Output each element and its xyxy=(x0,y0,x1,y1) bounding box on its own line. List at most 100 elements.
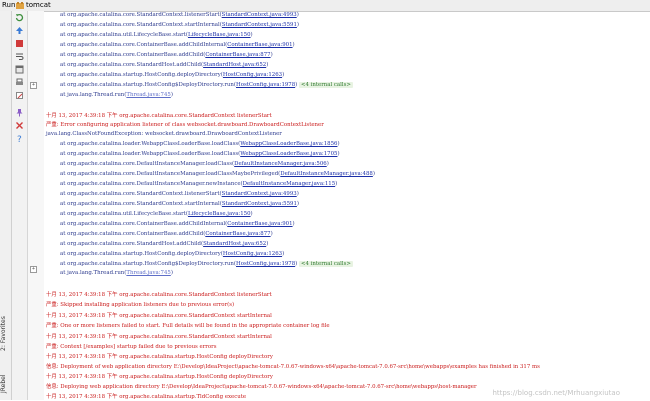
stack-frame-text: at org.apache.catalina.core.StandardHost… xyxy=(60,241,204,247)
source-link[interactable]: ContainerBase.java:877 xyxy=(205,231,270,237)
stop-icon[interactable] xyxy=(15,39,24,48)
source-link[interactable]: Thread.java:745 xyxy=(126,270,170,276)
svg-text:?: ? xyxy=(17,135,22,143)
log-message-line: 严重: One or more listeners failed to star… xyxy=(46,323,330,329)
stack-frame-suffix: ) xyxy=(296,191,299,197)
print-icon[interactable] xyxy=(15,78,24,87)
left-side-strip: 2: Favorites JRebel xyxy=(0,11,12,400)
console-output[interactable]: at org.apache.catalina.core.StandardCont… xyxy=(46,11,650,400)
stack-frame-text: at org.apache.catalina.core.ContainerBas… xyxy=(60,231,206,237)
internal-calls-badge[interactable]: <4 internal calls> xyxy=(299,261,353,267)
stack-frame-text: at java.lang.Thread.run( xyxy=(60,92,127,98)
log-message-line: 信息: Deployment of web application direct… xyxy=(46,364,540,370)
stack-frame-text: at org.apache.catalina.core.StandardCont… xyxy=(60,22,222,28)
internal-calls-badge[interactable]: <4 internal calls> xyxy=(299,82,353,88)
stack-frame-line: at org.apache.catalina.core.DefaultInsta… xyxy=(60,180,337,188)
stack-frame-text: at org.apache.catalina.startup.HostConfi… xyxy=(60,72,223,78)
stack-frame-suffix: ) xyxy=(250,211,253,217)
stack-frame-suffix: ) xyxy=(170,270,173,276)
run-label: Run xyxy=(2,1,16,9)
stack-frame-suffix: ) xyxy=(270,231,273,237)
stack-frame-line: at org.apache.catalina.core.ContainerBas… xyxy=(60,230,273,238)
rerun-icon[interactable] xyxy=(15,13,24,22)
source-link[interactable]: Thread.java:745 xyxy=(126,92,170,98)
source-link[interactable]: DefaultInstanceManager.java:488 xyxy=(280,171,373,177)
stack-frame-text: at org.apache.catalina.util.LifecycleBas… xyxy=(60,32,188,38)
source-link[interactable]: WebappClassLoaderBase.java:1856 xyxy=(240,141,337,147)
stack-frame-suffix: ) xyxy=(337,141,340,147)
stack-frame-line: at org.apache.catalina.core.StandardCont… xyxy=(60,200,299,208)
source-link[interactable]: HostConfig.java:1263 xyxy=(223,72,282,78)
stack-frame-suffix: ) xyxy=(296,201,300,207)
stack-frame-line: at org.apache.catalina.loader.WebappClas… xyxy=(60,140,340,148)
stack-frame-text: at java.lang.Thread.run( xyxy=(60,270,127,276)
stack-frame-suffix: ) xyxy=(296,12,299,18)
stack-frame-text: at org.apache.catalina.core.DefaultInsta… xyxy=(60,161,235,167)
source-link[interactable]: ContainerBase.java:901 xyxy=(227,221,292,227)
stack-frame-suffix: ) xyxy=(266,62,269,68)
source-link[interactable]: HostConfig.java:1978 xyxy=(236,82,295,88)
stack-frame-suffix: ) xyxy=(335,181,338,187)
stack-frame-text: at org.apache.catalina.startup.HostConfi… xyxy=(60,251,223,257)
source-link[interactable]: ContainerBase.java:877 xyxy=(205,52,270,58)
source-link[interactable]: LifecycleBase.java:150 xyxy=(188,32,251,38)
stack-frame-line: at org.apache.catalina.startup.HostConfi… xyxy=(60,71,284,79)
run-config-tab[interactable]: tomcat xyxy=(26,0,51,11)
stack-frame-text: at org.apache.catalina.loader.WebappClas… xyxy=(60,151,241,157)
stack-frame-text: at org.apache.catalina.core.ContainerBas… xyxy=(60,221,228,227)
watermark: https://blog.csdn.net/Mrhuangxiutao xyxy=(492,389,620,397)
log-message-line: 严重: Skipped installing application liste… xyxy=(46,302,235,308)
source-link[interactable]: StandardHost.java:652 xyxy=(203,241,266,247)
log-timestamp-line: 十月 13, 2017 4:39:18 下午 org.apache.catali… xyxy=(46,374,273,380)
stack-frame-line: at org.apache.catalina.core.ContainerBas… xyxy=(60,41,295,49)
log-message-line: 严重: Error configuring application listen… xyxy=(46,122,324,128)
stack-frame-line: at org.apache.catalina.core.StandardHost… xyxy=(60,61,268,69)
stack-frame-text: at org.apache.catalina.core.StandardCont… xyxy=(60,12,222,18)
fold-expand-icon[interactable]: + xyxy=(30,266,37,273)
source-link[interactable]: StandardContext.java:4993 xyxy=(222,191,297,197)
stack-frame-line: at java.lang.Thread.run(Thread.java:745) xyxy=(60,91,173,99)
pin-icon[interactable] xyxy=(15,108,24,117)
source-link[interactable]: StandardContext.java:5591 xyxy=(222,22,297,28)
stack-frame-suffix: ) xyxy=(326,161,329,167)
stack-frame-line: at org.apache.catalina.core.DefaultInsta… xyxy=(60,160,329,168)
source-link[interactable]: LifecycleBase.java:150 xyxy=(188,211,251,217)
stack-frame-suffix: ) xyxy=(296,22,300,28)
run-toolbar: ? xyxy=(12,11,28,400)
favorites-side-tab[interactable]: 2: Favorites xyxy=(0,311,11,357)
log-timestamp-line: 十月 13, 2017 4:39:18 下午 org.apache.catali… xyxy=(46,292,272,298)
close-icon[interactable] xyxy=(15,121,24,130)
stack-frame-line: at org.apache.catalina.core.StandardCont… xyxy=(60,190,299,198)
fold-expand-icon[interactable]: + xyxy=(30,82,37,89)
stack-frame-text: at org.apache.catalina.util.LifecycleBas… xyxy=(60,211,188,217)
source-link[interactable]: DefaultInstanceManager.java:506 xyxy=(234,161,327,167)
stack-frame-text: at org.apache.catalina.startup.HostConfi… xyxy=(60,82,236,88)
soft-wrap-icon[interactable] xyxy=(15,52,24,61)
scroll-up-icon[interactable] xyxy=(15,26,24,35)
help-icon[interactable]: ? xyxy=(15,134,24,143)
stack-frame-text: at org.apache.catalina.startup.HostConfi… xyxy=(60,261,236,267)
stack-frame-line: at org.apache.catalina.startup.HostConfi… xyxy=(60,260,353,268)
source-link[interactable]: HostConfig.java:1263 xyxy=(223,251,282,257)
source-link[interactable]: HostConfig.java:1978 xyxy=(236,261,295,267)
source-link[interactable]: StandardContext.java:5591 xyxy=(222,201,297,207)
source-link[interactable]: ContainerBase.java:901 xyxy=(227,42,292,48)
stack-frame-text: at org.apache.catalina.core.ContainerBas… xyxy=(60,42,228,48)
source-link[interactable]: DefaultInstanceManager.java:115 xyxy=(243,181,336,187)
source-link[interactable]: StandardHost.java:652 xyxy=(203,62,266,68)
stack-frame-text: at org.apache.catalina.core.ContainerBas… xyxy=(60,52,206,58)
stack-frame-text: at org.apache.catalina.core.DefaultInsta… xyxy=(60,181,243,187)
source-link[interactable]: StandardContext.java:4993 xyxy=(222,12,297,18)
clear-icon[interactable] xyxy=(15,91,24,100)
stack-frame-text: at org.apache.catalina.core.DefaultInsta… xyxy=(60,171,281,177)
jrebel-side-tab[interactable]: JRebel xyxy=(0,371,11,397)
log-timestamp-line: 十月 13, 2017 4:39:18 下午 org.apache.catali… xyxy=(46,334,272,340)
stack-frame-line: at org.apache.catalina.core.ContainerBas… xyxy=(60,51,273,59)
restore-layout-icon[interactable] xyxy=(15,65,24,74)
tomcat-icon xyxy=(16,2,24,9)
stack-frame-line: at org.apache.catalina.startup.HostConfi… xyxy=(60,250,284,258)
stack-frame-suffix: ) xyxy=(292,221,295,227)
source-link[interactable]: WebappClassLoaderBase.java:1705 xyxy=(240,151,337,157)
stack-frame-line: at org.apache.catalina.core.StandardHost… xyxy=(60,240,268,248)
log-message-line: 信息: Deploying web application directory … xyxy=(46,384,477,390)
